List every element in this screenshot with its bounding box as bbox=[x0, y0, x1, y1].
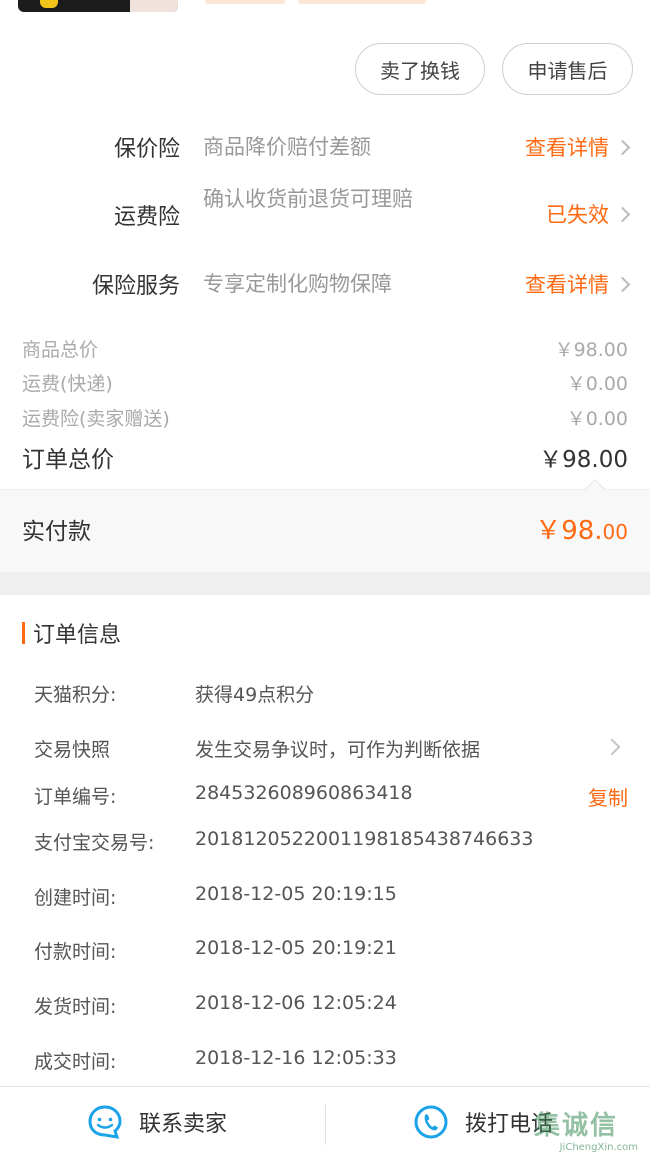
payment-amount-decimal: 00 bbox=[602, 520, 628, 544]
info-key: 成交时间: bbox=[34, 1051, 117, 1073]
actual-payment-section: 实付款 ￥98.00 bbox=[0, 479, 650, 572]
copy-order-number-button[interactable]: 复制 bbox=[588, 782, 628, 811]
goods-total-label: 商品总价 bbox=[22, 339, 99, 361]
title-accent-bar bbox=[22, 622, 25, 644]
product-tag-fragment bbox=[205, 0, 285, 4]
contact-seller-label: 联系卖家 bbox=[139, 1111, 228, 1137]
insurance-label: 运费险 bbox=[113, 205, 180, 230]
order-info-title-text: 订单信息 bbox=[33, 623, 122, 648]
shipping-insurance-row: 运费险(卖家赠送) ￥0.00 bbox=[22, 404, 628, 431]
info-key: 交易快照 bbox=[34, 739, 111, 761]
insurance-description: 专享定制化购物保障 bbox=[203, 271, 392, 296]
product-tag-fragment bbox=[298, 0, 426, 4]
info-value: 发生交易争议时，可作为判断依据 bbox=[195, 739, 481, 761]
info-row-snapshot[interactable]: 交易快照 发生交易争议时，可作为判断依据 bbox=[34, 735, 628, 761]
watermark-subtext: JiChengXin.com bbox=[559, 1142, 638, 1153]
order-total-row: 订单总价 ￥98.00 bbox=[22, 440, 628, 474]
shipping-insurance-label: 运费险(卖家赠送) bbox=[22, 408, 170, 430]
shipping-fee-row: 运费(快递) ￥0.00 bbox=[22, 369, 628, 396]
view-details-label: 查看详情 bbox=[525, 136, 609, 160]
expired-status-link[interactable]: 已失效 bbox=[546, 199, 631, 229]
view-details-link[interactable]: 查看详情 bbox=[525, 269, 631, 299]
goods-total-row: 商品总价 ￥98.00 bbox=[22, 335, 628, 362]
sell-for-cash-button[interactable]: 卖了换钱 bbox=[355, 43, 485, 95]
info-key: 支付宝交易号: bbox=[34, 832, 155, 854]
call-phone-button[interactable]: 拨打电话 bbox=[413, 1087, 553, 1155]
site-watermark: 集诚信 JiChengXin.com bbox=[534, 1105, 642, 1155]
apply-aftersale-button[interactable]: 申请售后 bbox=[502, 43, 633, 95]
view-details-link[interactable]: 查看详情 bbox=[525, 132, 631, 162]
insurance-label: 保险服务 bbox=[91, 274, 180, 299]
phone-icon bbox=[414, 1105, 448, 1138]
chevron-right-icon bbox=[614, 276, 631, 292]
view-details-label: 查看详情 bbox=[525, 273, 609, 297]
insurance-row-shipping[interactable]: 运费险 确认收货前退货可理赔 已失效 bbox=[0, 184, 650, 246]
info-key: 付款时间: bbox=[34, 941, 117, 963]
bottom-bar-divider bbox=[325, 1105, 326, 1145]
chevron-right-icon bbox=[614, 139, 631, 155]
info-value: 2018-12-06 12:05:24 bbox=[195, 992, 397, 1014]
order-action-buttons: 卖了换钱 申请售后 bbox=[355, 43, 633, 95]
product-thumbnail-secondary bbox=[130, 0, 178, 12]
actual-payment-label: 实付款 bbox=[22, 519, 91, 545]
info-value: 2018-12-05 20:19:21 bbox=[195, 937, 397, 959]
insurance-row-service[interactable]: 保险服务 专享定制化购物保障 查看详情 bbox=[0, 267, 650, 301]
info-value: 2018-12-05 20:19:15 bbox=[195, 883, 397, 905]
info-key: 天猫积分: bbox=[34, 684, 117, 706]
chat-bubble-icon bbox=[88, 1104, 122, 1139]
info-key: 创建时间: bbox=[34, 887, 117, 909]
info-key: 发货时间: bbox=[34, 996, 117, 1018]
product-card-remnant bbox=[0, 0, 650, 14]
order-info-title: 订单信息 bbox=[22, 617, 121, 649]
section-divider bbox=[0, 572, 650, 595]
shipping-fee-value: ￥0.00 bbox=[566, 373, 628, 395]
payment-amount-integer: ￥98. bbox=[535, 516, 603, 546]
chevron-right-icon bbox=[603, 738, 621, 756]
info-key: 订单编号: bbox=[34, 786, 117, 808]
expired-status-label: 已失效 bbox=[546, 203, 609, 227]
chevron-right-icon bbox=[614, 206, 631, 222]
shipping-insurance-value: ￥0.00 bbox=[566, 408, 628, 430]
info-value: 2018120522001198185438746633 bbox=[195, 828, 534, 850]
insurance-label: 保价险 bbox=[113, 137, 180, 162]
insurance-row-price-protection[interactable]: 保价险 商品降价赔付差额 查看详情 bbox=[0, 130, 650, 164]
shipping-fee-label: 运费(快递) bbox=[22, 373, 113, 395]
order-number-value: 284532608960863418 bbox=[195, 782, 413, 804]
order-total-value: ￥98.00 bbox=[539, 447, 628, 473]
contact-seller-button[interactable]: 联系卖家 bbox=[87, 1087, 227, 1155]
pointer-notch bbox=[585, 479, 605, 499]
insurance-description: 商品降价赔付差额 bbox=[203, 134, 371, 159]
info-value: 2018-12-16 12:05:33 bbox=[195, 1047, 397, 1069]
goods-total-value: ￥98.00 bbox=[554, 339, 628, 361]
info-value: 获得49点积分 bbox=[195, 684, 315, 706]
actual-payment-amount: ￥98.00 bbox=[535, 510, 628, 547]
watermark-text: 集诚信 bbox=[534, 1111, 619, 1141]
order-total-label: 订单总价 bbox=[22, 447, 114, 473]
insurance-description: 确认收货前退货可理赔 bbox=[203, 187, 413, 211]
